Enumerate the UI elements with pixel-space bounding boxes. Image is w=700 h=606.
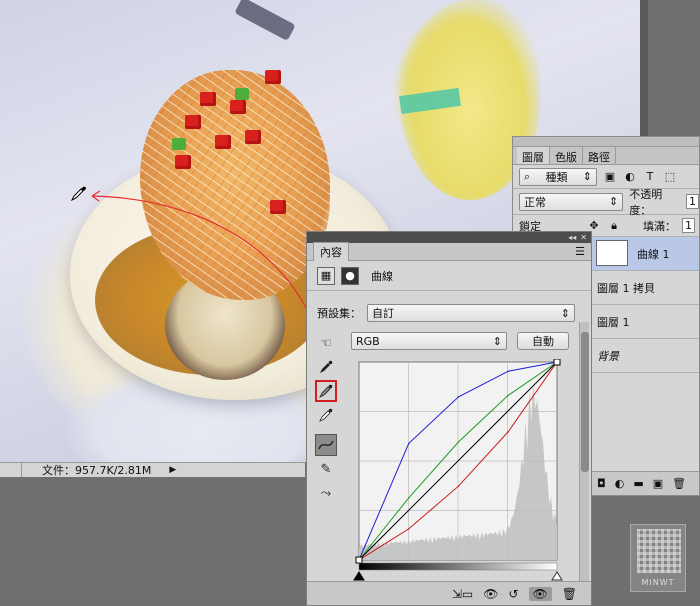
stepper-icon: ⇕ [492,334,502,348]
edit-points-curve-icon[interactable] [315,434,337,456]
filter-adjustment-icon[interactable]: ◐ [623,170,637,184]
window-gutter [640,0,648,136]
opacity-label: 不透明度： [629,187,663,217]
black-point-eyedropper-icon[interactable] [315,356,337,378]
curve-point-0-2 [457,396,460,398]
opacity-input[interactable]: 1 [686,194,699,209]
close-icon[interactable]: ✕ [580,233,587,242]
add-mask-icon[interactable]: ◘ [597,477,606,490]
stepper-icon: ⇕ [582,170,592,183]
filter-pixel-icon[interactable]: ▣ [603,170,617,184]
qr-code-icon [637,529,681,573]
panel-grip[interactable] [513,137,699,147]
reset-icon[interactable]: ↺ [508,587,518,601]
curve-point-3-3 [507,431,509,433]
fill-input[interactable]: 1 [682,218,695,233]
eyedropper-cursor-icon [70,186,86,202]
preset-label: 預設集： [317,307,361,320]
status-bar: 文件：957.7K/2.81M ▶ [0,462,305,477]
on-image-adjust-hand-icon[interactable]: ☜ [315,332,337,354]
search-icon: ⌕ [524,169,531,183]
curves-adjustment-icon[interactable]: ▦ [317,266,335,285]
curves-tools: ☜ ✎ ⤳ [315,332,341,506]
blend-mode-value: 正常 [524,195,546,209]
white-point-handle [553,359,561,366]
collapse-icon[interactable]: ◂◂ [568,233,576,242]
channel-row: RGB ⇕ 自動 [351,332,577,350]
tab-layers[interactable]: 圖層 [517,147,550,164]
black-input-slider [353,571,365,581]
preset-select[interactable]: 自訂 ⇕ [367,304,575,322]
workspace-background [648,0,700,136]
curve-point-1-2 [457,441,460,443]
preset-row: 預設集： 自訂 ⇕ [317,304,575,322]
white-point-eyedropper-icon[interactable] [315,404,337,426]
panel-menu-icon[interactable]: ☰ [575,245,585,258]
properties-panel: ◂◂ ✕ 內容 ☰ ▦ ● 曲線 預設集： 自訂 ⇕ RGB ⇕ 自動 ☜ ✎ … [306,231,592,606]
properties-footer: ⇲▭ 👁︎ ↺ 👁︎ 🗑︎ [307,581,591,605]
curve-point-1-1 [407,497,410,499]
filter-kind-select[interactable]: ⌕ 種類 ⇕ [519,167,597,186]
watermark: MINWT [630,524,686,592]
panel-tabs: 圖層 色版 路徑 [513,147,699,165]
filter-type-icon[interactable]: T [643,170,657,184]
curve-point-3-1 [407,528,410,530]
trash-icon[interactable]: 🗑︎ [562,587,577,601]
filter-kind-value: 種類 [545,170,568,184]
adjustment-title-row: ▦ ● 曲線 [307,261,591,291]
adjustment-layer-icon[interactable]: ◐ [615,477,625,490]
properties-tabbar: 內容 ☰ [307,242,591,261]
stepper-icon: ⇕ [560,306,570,320]
document-size: 文件：957.7K/2.81M [42,464,152,477]
stepper-icon: ⇕ [608,195,619,208]
group-folder-icon[interactable]: ▬ [633,477,643,490]
channel-value: RGB [356,334,380,348]
status-menu-arrow-icon[interactable]: ▶ [169,465,176,475]
layer-name: 圖層 1 拷貝 [597,281,655,295]
curves-graph[interactable] [351,359,573,583]
curve-point-0-1 [407,442,410,445]
layer-name: 背景 [597,349,619,363]
trash-icon[interactable]: 🗑︎ [672,477,686,490]
tab-paths[interactable]: 路徑 [583,147,616,164]
curve-point-3-2 [457,485,460,487]
preset-value: 自訂 [372,307,394,320]
panel-scrollbar[interactable] [579,322,589,582]
layer-mask-thumbnail[interactable] [596,240,628,266]
zoom-field[interactable] [0,463,22,477]
input-gradient-bar [358,562,558,571]
layer-name: 曲線 1 [637,247,670,261]
smooth-curve-icon[interactable]: ⤳ [315,482,337,504]
view-previous-icon[interactable]: 👁︎ [483,587,498,601]
lock-all-icon[interactable]: 🔒︎ [607,219,621,233]
channel-select[interactable]: RGB ⇕ [351,332,507,350]
curve-point-0-3 [507,370,509,373]
white-input-slider [551,571,563,581]
layer-name: 圖層 1 [597,315,630,329]
draw-pencil-icon[interactable]: ✎ [315,458,337,480]
adjustment-name: 曲線 [371,269,393,283]
watermark-text: MINWT [641,578,675,587]
panel-header[interactable]: ◂◂ ✕ [307,232,591,243]
fill-label: 填滿： [643,219,676,233]
auto-button[interactable]: 自動 [517,332,569,350]
tab-properties[interactable]: 內容 [313,242,349,261]
filter-shape-icon[interactable]: ⬚ [663,170,677,184]
blend-row: 正常 ⇕ 不透明度： 1 [513,187,699,217]
mask-icon[interactable]: ● [341,266,359,285]
tab-channels[interactable]: 色版 [550,147,583,164]
scroll-thumb[interactable] [581,332,589,472]
curve-point-1-3 [507,394,509,397]
toggle-visibility-icon[interactable]: 👁︎ [528,586,552,601]
gray-point-eyedropper-icon[interactable] [315,380,337,402]
blend-mode-select[interactable]: 正常 ⇕ [519,192,624,211]
new-layer-icon[interactable]: ▣ [653,477,663,490]
clip-to-layer-icon[interactable]: ⇲▭ [452,587,473,601]
black-point-handle [355,556,363,564]
